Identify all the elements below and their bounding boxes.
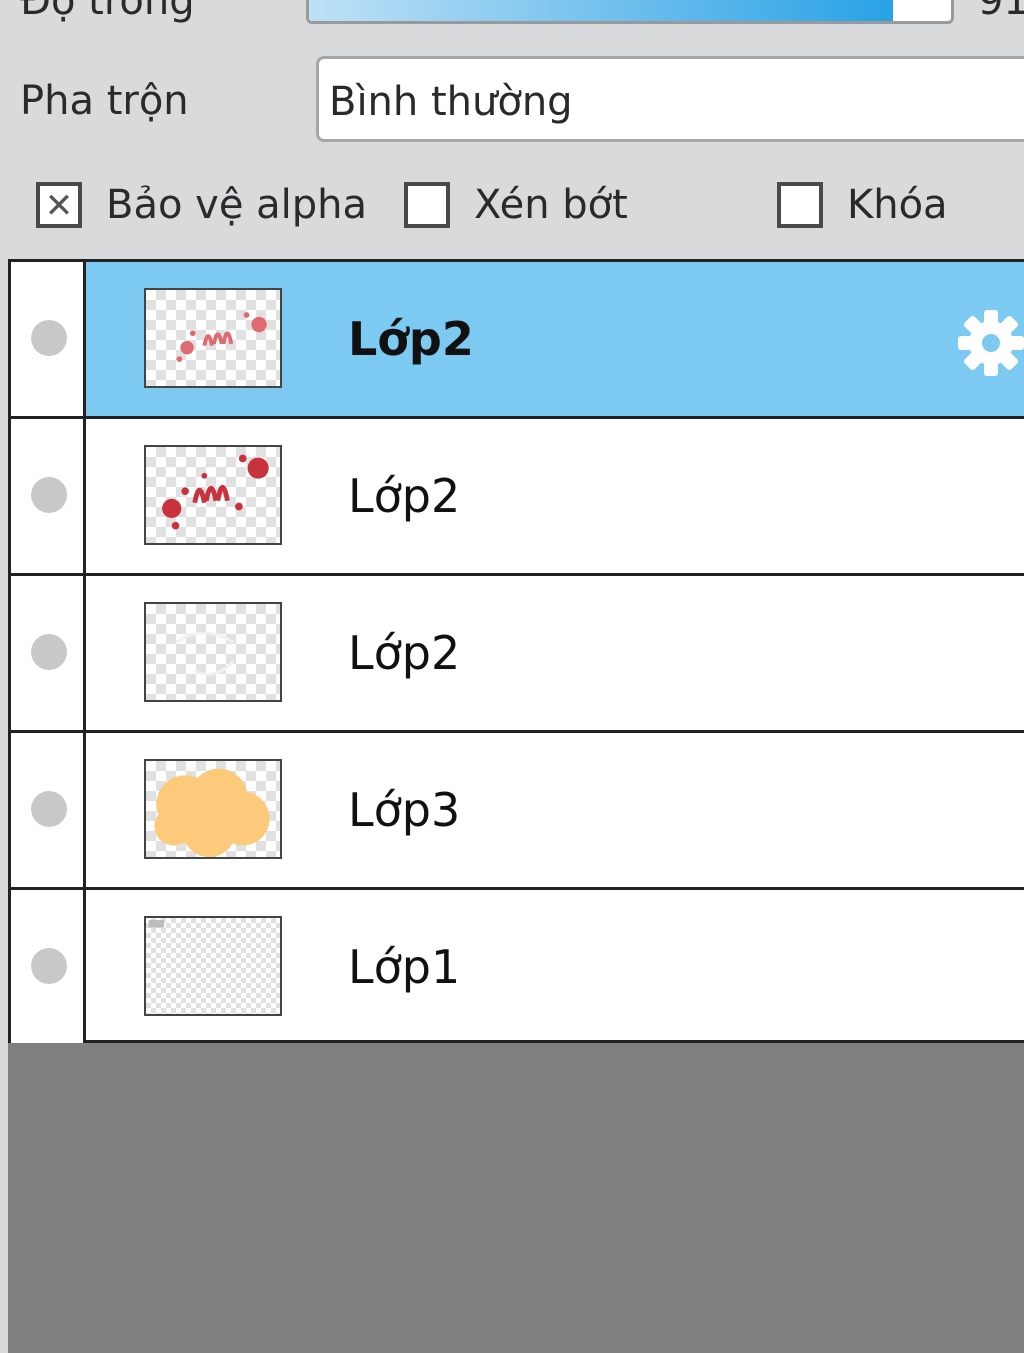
faint-sketch-icon [144, 602, 282, 702]
layer-row[interactable]: Lớp2 [11, 576, 1024, 733]
opacity-value: 91 [978, 0, 1024, 24]
layer-name: Lớp2 [348, 312, 474, 366]
alpha-protect-checkbox-box[interactable] [36, 182, 82, 229]
layers-list: Lớp2 Lớp2 Lớp2 Lớp3 Lớp1 [8, 259, 1024, 1047]
layer-row[interactable]: Lớp1 [11, 890, 1024, 1047]
empty-layer-area [8, 1043, 1024, 1353]
clip-checkbox-box[interactable] [404, 182, 450, 228]
layer-row[interactable]: Lớp2 [11, 262, 1024, 419]
blend-mode-select[interactable]: Bình thường [316, 56, 1024, 142]
clip-label: Xén bớt [474, 182, 628, 228]
visibility-toggle[interactable] [11, 733, 86, 887]
red-splatter-light-icon [144, 288, 282, 388]
visibility-dot-icon[interactable] [31, 634, 67, 670]
orange-blob-icon [144, 759, 282, 859]
layer-name: Lớp3 [348, 783, 461, 837]
lock-label: Khóa [847, 182, 948, 228]
blend-mode-value: Bình thường [329, 79, 573, 125]
layer-row[interactable]: Lớp3 [11, 733, 1024, 890]
visibility-toggle[interactable] [11, 576, 86, 730]
visibility-toggle[interactable] [11, 419, 86, 573]
opacity-slider[interactable] [306, 0, 954, 24]
blend-mode-label: Pha trộn [20, 78, 189, 124]
layer-name: Lớp1 [348, 940, 461, 994]
visibility-toggle[interactable] [11, 262, 86, 416]
visibility-dot-icon[interactable] [31, 320, 67, 356]
gear-icon[interactable] [956, 308, 1024, 378]
red-splatter-icon [144, 445, 282, 545]
lock-checkbox-box[interactable] [777, 182, 823, 228]
alpha-protect-label: Bảo vệ alpha [106, 182, 368, 228]
blank-canvas-icon [144, 916, 282, 1016]
visibility-dot-icon[interactable] [31, 477, 67, 513]
layer-name: Lớp2 [348, 469, 461, 523]
visibility-dot-icon[interactable] [31, 948, 67, 984]
opacity-label: Độ trong [20, 0, 195, 24]
opacity-row: Độ trong 91 [0, 0, 1024, 30]
layer-name: Lớp2 [348, 626, 461, 680]
visibility-dot-icon[interactable] [31, 791, 67, 827]
opacity-slider-fill [309, 0, 894, 21]
visibility-toggle[interactable] [11, 890, 86, 1044]
layer-row[interactable]: Lớp2 [11, 419, 1024, 576]
